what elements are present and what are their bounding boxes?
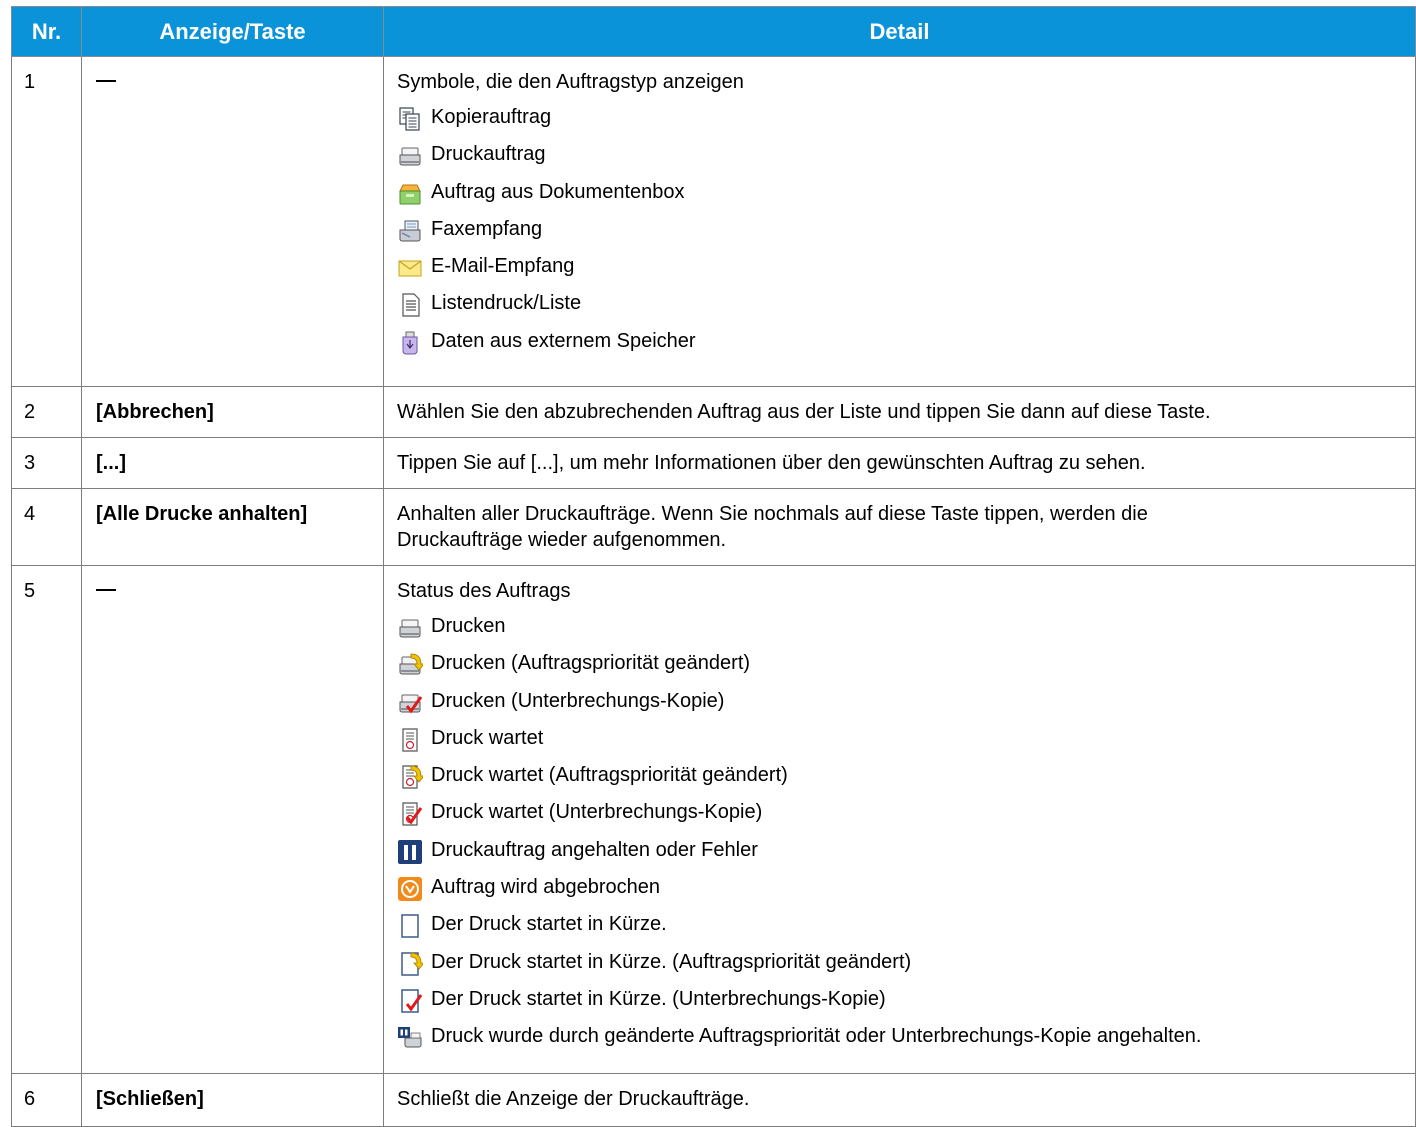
- row-key: [81, 565, 384, 1074]
- blank-page-icon: [397, 913, 423, 939]
- row-number: 5: [11, 565, 82, 1074]
- item-label: Druck wartet (Unterbrechungs-Kopie): [431, 801, 763, 824]
- item-label: Druck wurde durch geänderte Auftragsprio…: [431, 1025, 1202, 1048]
- table-row: 4 [Alle Drucke anhalten] Anhalten aller …: [11, 488, 1416, 566]
- list-item: Listendruck/Liste: [397, 291, 1401, 328]
- table-row: 2 [Abbrechen] Wählen Sie den abzubrechen…: [11, 386, 1416, 438]
- printer-paused-icon: [398, 1027, 422, 1048]
- item-label: Daten aus externem Speicher: [431, 329, 696, 352]
- item-label: Druck wartet: [431, 726, 544, 749]
- dash-mark: [96, 79, 116, 82]
- list-item: Auftrag wird abgebrochen: [397, 875, 1401, 912]
- row-number: 6: [11, 1072, 82, 1127]
- item-label: Druck wartet (Auftragspriorität geändert…: [431, 764, 788, 787]
- item-label: Der Druck startet in Kürze. (Auftragspri…: [431, 950, 912, 973]
- table-row: 5 Status des Auftrags Drucken Drucken (A…: [11, 565, 1416, 1074]
- row-number: 4: [11, 488, 82, 566]
- dash-mark: [96, 588, 116, 591]
- item-label: Drucken: [431, 615, 506, 637]
- row-key: [Schließen]: [81, 1072, 384, 1127]
- list-item: Faxempfang: [397, 217, 1401, 254]
- row-key: [...]: [81, 437, 384, 489]
- list-item: Drucken (Auftragspriorität geändert): [397, 651, 1401, 688]
- list-item: E-Mail-Empfang: [397, 254, 1401, 291]
- list-item: Druckauftrag angehalten oder Fehler: [397, 838, 1401, 875]
- blank-page-priority-icon: [397, 951, 423, 977]
- list-item: Druck wartet (Auftragspriorität geändert…: [397, 763, 1401, 800]
- row-detail: Schließt die Anzeige der Druckaufträge.: [383, 1072, 1416, 1127]
- pause-icon: [398, 839, 422, 864]
- print-job-icon: [397, 143, 423, 169]
- row-number: 1: [11, 56, 82, 387]
- list-item: Druckauftrag: [397, 142, 1401, 179]
- fax-receive-icon: [399, 220, 421, 242]
- list-item: Drucken: [397, 614, 1401, 651]
- list-item: Der Druck startet in Kürze.: [397, 912, 1401, 949]
- row-detail: Symbole, die den Auftragstyp anzeigen Ko…: [383, 56, 1416, 387]
- item-label: E-Mail-Empfang: [431, 255, 575, 278]
- list-item: Der Druck startet in Kürze. (Unterbrechu…: [397, 987, 1401, 1024]
- table-row: 1 Symbole, die den Auftragstyp anzeigen …: [11, 56, 1416, 387]
- copy-job-icon: [399, 107, 420, 131]
- row-detail: Status des Auftrags Drucken Drucken (Auf…: [383, 565, 1416, 1074]
- list-item: Auftrag aus Dokumentenbox: [397, 180, 1401, 217]
- row-key: [Alle Drucke anhalten]: [81, 488, 384, 566]
- blank-page-interrupt-icon: [397, 988, 423, 1014]
- list-item: Druck wartet (Unterbrechungs-Kopie): [397, 800, 1401, 837]
- list-document-icon: [397, 292, 423, 318]
- item-label: Faxempfang: [431, 217, 543, 240]
- row-number: 2: [11, 386, 82, 438]
- email-envelope-icon: [398, 260, 422, 277]
- header-detail: Detail: [383, 6, 1416, 57]
- item-label: Kopierauftrag: [431, 106, 552, 128]
- row-detail: Tippen Sie auf [...], um mehr Informatio…: [383, 437, 1416, 489]
- list-item: Druck wurde durch geänderte Auftragsprio…: [397, 1024, 1401, 1061]
- list-item: Daten aus externem Speicher: [397, 329, 1401, 366]
- item-label: Der Druck startet in Kürze. (Unterbrechu…: [431, 987, 886, 1010]
- row-key: [Abbrechen]: [81, 386, 384, 438]
- item-label: Drucken (Auftragspriorität geändert): [431, 652, 751, 675]
- item-label: Der Druck startet in Kürze.: [431, 913, 667, 936]
- document-page: Nr. Anzeige/Taste Detail 1 Symbole, die …: [11, 6, 1416, 1127]
- item-label: Auftrag wird abgebrochen: [431, 876, 661, 899]
- table-header-row: Nr. Anzeige/Taste Detail: [11, 6, 1416, 57]
- usb-memory-icon: [402, 331, 418, 355]
- list-item: Druck wartet: [397, 726, 1401, 763]
- detail-line: Druckaufträge wieder aufgenommen.: [397, 529, 727, 551]
- header-nr: Nr.: [11, 6, 82, 57]
- printing-priority-icon: [397, 652, 423, 678]
- printing-icon: [397, 615, 423, 641]
- table-row: 3 [...] Tippen Sie auf [...], um mehr In…: [11, 437, 1416, 489]
- item-label: Drucken (Unterbrechungs-Kopie): [431, 689, 725, 712]
- header-key: Anzeige/Taste: [81, 6, 384, 57]
- detail-line: Anhalten aller Druckaufträge. Wenn Sie n…: [397, 503, 1148, 525]
- row-detail: Anhalten aller Druckaufträge. Wenn Sie n…: [383, 488, 1416, 566]
- document-box-icon: [399, 184, 421, 205]
- print-waiting-interrupt-icon: [397, 801, 423, 827]
- print-waiting-icon: [397, 727, 423, 753]
- item-label: Druckauftrag: [431, 143, 546, 166]
- printing-interrupt-icon: [397, 690, 423, 716]
- list-item: Kopierauftrag: [397, 105, 1401, 142]
- row-key: [81, 56, 384, 387]
- print-waiting-priority-icon: [397, 764, 423, 790]
- item-label: Druckauftrag angehalten oder Fehler: [431, 838, 758, 861]
- item-label: Auftrag aus Dokumentenbox: [431, 180, 685, 203]
- item-label: Listendruck/Liste: [431, 292, 582, 315]
- list-item: Drucken (Unterbrechungs-Kopie): [397, 689, 1401, 726]
- table-row: 6 [Schließen] Schließt die Anzeige der D…: [11, 1072, 1416, 1127]
- job-status-table: Nr. Anzeige/Taste Detail 1 Symbole, die …: [11, 6, 1416, 1127]
- cancel-stop-icon: [398, 877, 422, 902]
- detail-intro: Status des Auftrags: [397, 580, 571, 602]
- row-number: 3: [11, 437, 82, 489]
- row-detail: Wählen Sie den abzubrechenden Auftrag au…: [383, 386, 1416, 438]
- detail-intro: Symbole, die den Auftragstyp anzeigen: [397, 71, 744, 93]
- list-item: Der Druck startet in Kürze. (Auftragspri…: [397, 950, 1401, 987]
